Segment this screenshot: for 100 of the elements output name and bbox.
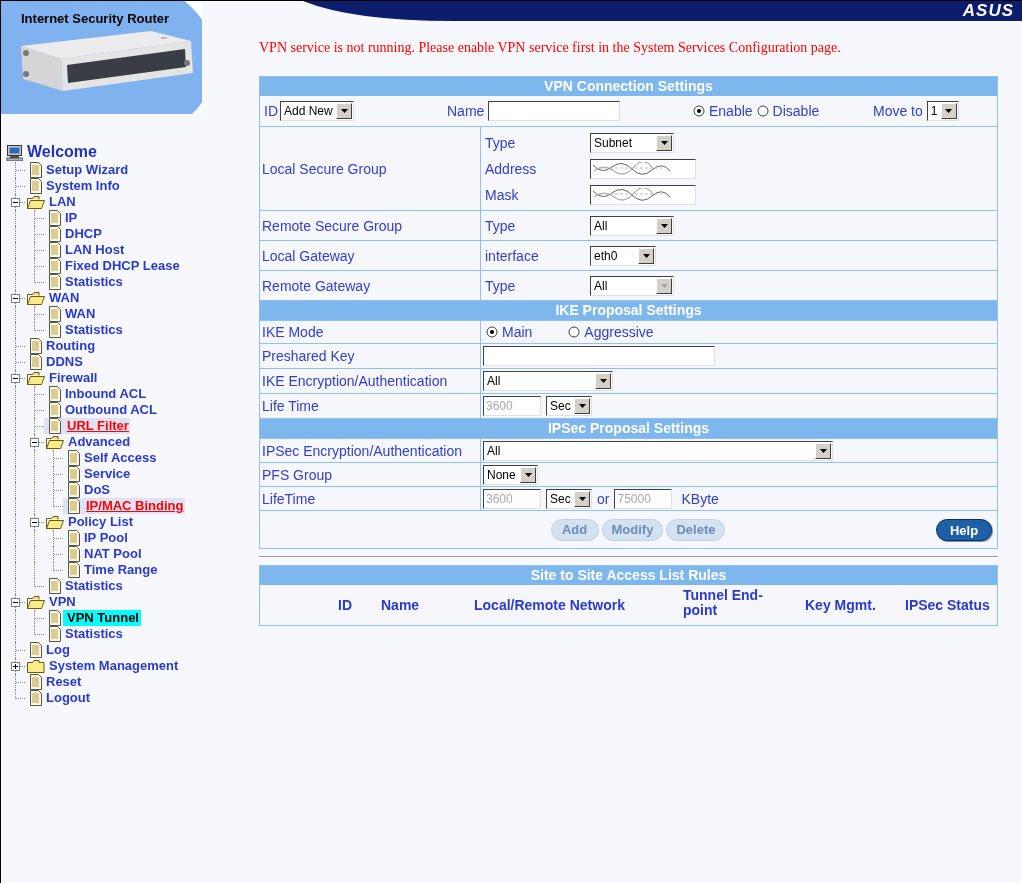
nav-link[interactable]: DoS	[84, 482, 110, 498]
nav-link[interactable]: Setup Wizard	[46, 162, 129, 178]
column-header: Local/Remote Network	[474, 598, 625, 613]
section-header: IPSec Proposal Settings	[259, 419, 998, 439]
caret-icon	[660, 140, 668, 145]
nav-link[interactable]: Reset	[46, 674, 82, 690]
nav-link[interactable]: Inbound ACL	[65, 386, 147, 402]
help-button[interactable]: Help	[936, 519, 992, 542]
dropdown[interactable]: All	[590, 215, 674, 236]
computer-icon	[6, 143, 23, 161]
collapse-icon[interactable]	[11, 198, 20, 207]
nav-link[interactable]: Statistics	[65, 322, 123, 338]
input-field[interactable]: 75000	[614, 488, 673, 509]
radio-button[interactable]: Disable	[756, 103, 820, 119]
radio-button[interactable]: Aggressive	[568, 324, 654, 340]
nav-link[interactable]: DDNS	[46, 354, 83, 370]
caret-icon	[660, 223, 668, 228]
radio-button[interactable]: Enable	[693, 103, 753, 119]
dropdown[interactable]: None	[483, 464, 538, 485]
dropdown[interactable]: 1	[926, 101, 959, 121]
column-header: ID	[338, 598, 352, 613]
input-field[interactable]: 3600	[483, 396, 541, 416]
field-label: Local Secure Group	[262, 160, 387, 177]
nav-link[interactable]: Advanced	[68, 434, 131, 450]
field-label: Local Gateway	[262, 247, 355, 264]
nav-link[interactable]: Time Range	[84, 562, 158, 578]
field-label: IKE Mode	[262, 324, 324, 340]
nav-link[interactable]: Firewall	[49, 370, 98, 386]
page-icon	[67, 530, 80, 546]
column-header: Name	[381, 598, 420, 613]
unit-label: KByte	[681, 490, 719, 507]
page-icon	[67, 482, 80, 498]
nav-link[interactable]: IP	[65, 210, 78, 226]
expand-icon[interactable]	[11, 662, 20, 671]
collapse-icon[interactable]	[30, 438, 39, 447]
caret-icon	[340, 109, 348, 113]
nav-link[interactable]: Statistics	[65, 626, 123, 642]
field-label: IPSec Encryption/Authentication	[262, 442, 462, 459]
nav-link[interactable]: Fixed DHCP Lease	[65, 258, 180, 274]
field-label: Type	[485, 277, 517, 294]
field-label: or	[597, 490, 610, 507]
input-field[interactable]	[590, 184, 696, 205]
nav-link[interactable]: LAN Host	[65, 242, 125, 258]
page-icon	[67, 450, 80, 466]
nav-link[interactable]: Statistics	[65, 578, 123, 594]
column-header: Tunnel End-point	[683, 588, 764, 618]
nav-link[interactable]: System Info	[46, 178, 120, 194]
nav-link[interactable]: DHCP	[65, 226, 102, 242]
collapse-icon[interactable]	[30, 518, 39, 527]
page-icon	[48, 386, 61, 402]
input-field[interactable]	[483, 346, 715, 366]
input-field[interactable]: 3600	[483, 488, 541, 509]
dropdown[interactable]: Sec	[546, 396, 592, 416]
nav-link[interactable]: NAT Pool	[84, 546, 142, 562]
field-label: Type	[485, 134, 517, 151]
field-label: interface	[485, 247, 540, 264]
input-field[interactable]	[488, 101, 621, 121]
dropdown[interactable]: All	[483, 371, 613, 391]
open-folder-icon	[46, 434, 64, 450]
folder-icon	[27, 658, 45, 674]
dropdown[interactable]: Add New	[280, 101, 354, 121]
nav-link[interactable]: Self Access	[84, 450, 157, 466]
field-label: Remote Gateway	[262, 277, 371, 294]
caret-icon	[642, 253, 650, 258]
nav-link[interactable]: WAN	[49, 290, 80, 306]
column-header: IPSec Status	[905, 598, 990, 613]
page-icon	[29, 354, 42, 370]
dropdown[interactable]: Sec	[546, 488, 592, 509]
collapse-icon[interactable]	[11, 294, 20, 303]
nav-link[interactable]: IP Pool	[84, 530, 128, 546]
nav-link[interactable]: VPN Tunnel	[63, 610, 141, 626]
nav-link[interactable]: WAN	[65, 306, 96, 322]
nav-link[interactable]: Policy List	[68, 514, 134, 530]
nav-link[interactable]: System Management	[49, 658, 179, 674]
nav-link[interactable]: Service	[84, 466, 131, 482]
collapse-icon[interactable]	[11, 598, 20, 607]
radio-button[interactable]: Main	[486, 324, 533, 340]
section-header: Site to Site Access List Rules	[259, 565, 998, 585]
page-icon	[48, 226, 61, 242]
page-icon	[67, 562, 80, 578]
open-folder-icon	[27, 370, 45, 386]
collapse-icon[interactable]	[11, 374, 20, 383]
nav-link[interactable]: Outbound ACL	[65, 402, 157, 418]
nav-link[interactable]: Statistics	[65, 274, 123, 290]
nav-link[interactable]: VPN	[49, 594, 76, 610]
nav-link[interactable]: LAN	[49, 194, 76, 210]
page-icon	[48, 322, 61, 338]
page-icon	[48, 578, 61, 594]
nav-link[interactable]: Welcome	[27, 143, 97, 161]
nav-link[interactable]: Routing	[46, 338, 96, 354]
open-folder-icon	[27, 290, 45, 306]
field-label: Mask	[485, 186, 520, 203]
input-field[interactable]	[590, 158, 696, 179]
nav-link[interactable]: Log	[46, 642, 70, 658]
page-icon	[67, 546, 80, 562]
dropdown[interactable]: All	[483, 440, 833, 461]
dropdown[interactable]: eth0	[590, 245, 656, 266]
page-icon	[48, 610, 61, 626]
nav-link[interactable]: Logout	[46, 690, 91, 706]
dropdown[interactable]: Subnet	[590, 132, 674, 153]
